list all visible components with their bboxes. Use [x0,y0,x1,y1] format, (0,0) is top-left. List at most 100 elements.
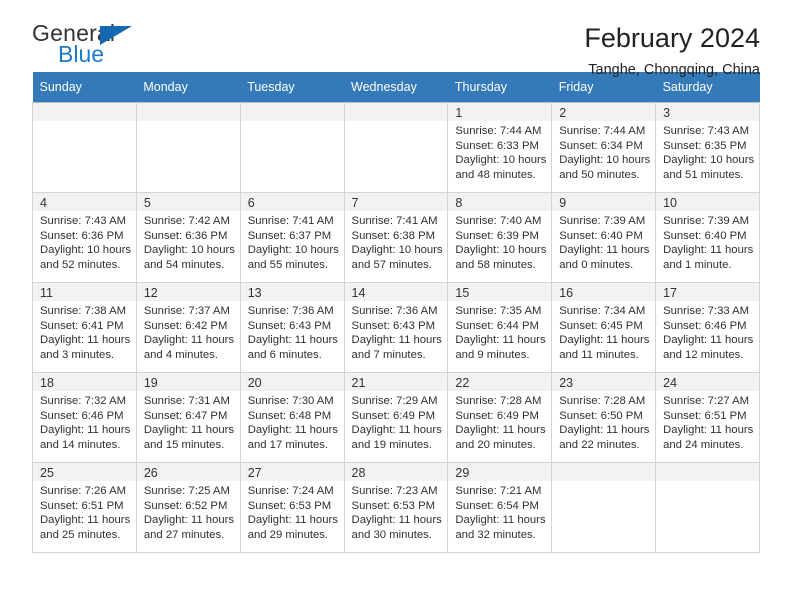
day-details: Sunrise: 7:28 AM Sunset: 6:50 PM Daylight:… [552,391,655,452]
day-cell-inner: 23 Sunrise: 7:28 AM Sunset: 6:50 PM Dayligh… [552,373,656,462]
day-cell-inner: 29 Sunrise: 7:21 AM Sunset: 6:54 PM Dayligh… [448,463,552,552]
daylight-text-line1: Daylight: 10 hours [455,154,547,167]
calendar-day-cell-empty [655,462,760,553]
calendar-day-cell[interactable]: 4 Sunrise: 7:43 AM Sunset: 6:36 PM Daylight… [32,192,137,283]
daylight-text-line1: Daylight: 11 hours [455,424,546,437]
sunrise-text: Sunrise: 7:24 AM [247,485,334,497]
daylight-text-line1: Daylight: 11 hours [559,424,650,437]
sunset-text: Sunset: 6:40 PM [559,229,643,242]
day-cell-inner: 7 Sunrise: 7:41 AM Sunset: 6:38 PM Daylight… [344,193,448,282]
day-details: Sunrise: 7:41 AM Sunset: 6:37 PM Daylight:… [241,211,344,272]
calendar-day-cell[interactable]: 9 Sunrise: 7:39 AM Sunset: 6:40 PM Daylight… [551,192,657,283]
sunrise-text: Sunrise: 7:33 AM [663,305,750,317]
day-number: 14 [344,283,448,301]
calendar-day-cell[interactable]: 13 Sunrise: 7:36 AM Sunset: 6:43 PM Dayligh… [239,282,345,373]
daylight-text-line2: and 57 minutes. [351,258,432,271]
calendar-day-cell[interactable]: 20 Sunrise: 7:30 AM Sunset: 6:48 PM Dayligh… [239,372,345,463]
calendar-day-cell[interactable]: 21 Sunrise: 7:29 AM Sunset: 6:49 PM Dayligh… [343,372,449,463]
day-cell-inner [240,103,344,192]
calendar-day-cell[interactable]: 28 Sunrise: 7:23 AM Sunset: 6:53 PM Dayligh… [343,462,449,553]
calendar-day-cell[interactable]: 23 Sunrise: 7:28 AM Sunset: 6:50 PM Dayligh… [551,372,657,463]
day-number: 15 [448,283,552,301]
daylight-text-line1: Daylight: 11 hours [663,244,754,257]
day-number: 20 [240,373,344,391]
calendar-day-cell[interactable]: 18 Sunrise: 7:32 AM Sunset: 6:46 PM Dayligh… [32,372,137,463]
sunset-text: Sunset: 6:51 PM [40,499,124,512]
day-details: Sunrise: 7:21 AM Sunset: 6:54 PM Daylight:… [448,481,551,542]
daylight-text-line1: Daylight: 11 hours [663,424,754,437]
sunset-text: Sunset: 6:49 PM [351,409,436,422]
day-number: 2 [552,103,656,121]
calendar-day-cell[interactable]: 22 Sunrise: 7:28 AM Sunset: 6:49 PM Dayligh… [447,372,553,463]
day-cell-inner: 19 Sunrise: 7:31 AM Sunset: 6:47 PM Dayligh… [136,373,240,462]
daylight-text-line2: and 12 minutes. [663,348,744,361]
daylight-text-line1: Daylight: 11 hours [40,424,131,437]
page-header: General Blue February 2024 Tanghe, Chong… [32,0,760,78]
calendar-day-cell[interactable]: 10 Sunrise: 7:39 AM Sunset: 6:40 PM Dayligh… [655,192,760,283]
general-blue-logo[interactable]: General Blue [32,22,152,68]
calendar-day-cell[interactable]: 19 Sunrise: 7:31 AM Sunset: 6:47 PM Dayligh… [135,372,241,463]
day-cell-inner: 22 Sunrise: 7:28 AM Sunset: 6:49 PM Dayligh… [448,373,552,462]
day-cell-inner: 20 Sunrise: 7:30 AM Sunset: 6:48 PM Dayligh… [240,373,344,462]
sunset-text: Sunset: 6:38 PM [351,229,436,242]
daylight-text-line2: and 51 minutes. [663,168,744,181]
sunset-text: Sunset: 6:37 PM [247,229,332,242]
day-cell-inner: 25 Sunrise: 7:26 AM Sunset: 6:51 PM Dayligh… [33,463,136,552]
day-cell-inner: 9 Sunrise: 7:39 AM Sunset: 6:40 PM Daylight… [552,193,656,282]
sunrise-text: Sunrise: 7:39 AM [559,215,646,227]
calendar-day-cell[interactable]: 14 Sunrise: 7:36 AM Sunset: 6:43 PM Dayligh… [343,282,449,373]
calendar-day-cell[interactable]: 25 Sunrise: 7:26 AM Sunset: 6:51 PM Dayligh… [32,462,137,553]
daylight-text-line2: and 29 minutes. [247,528,329,541]
daylight-text-line2: and 30 minutes. [351,528,432,541]
sunrise-text: Sunrise: 7:40 AM [455,215,542,227]
day-number [240,103,344,121]
daylight-text-line1: Daylight: 11 hours [663,334,754,347]
calendar-day-cell[interactable]: 11 Sunrise: 7:38 AM Sunset: 6:41 PM Dayligh… [32,282,137,373]
sunset-text: Sunset: 6:36 PM [143,229,228,242]
day-number: 1 [448,103,552,121]
calendar-day-cell[interactable]: 27 Sunrise: 7:24 AM Sunset: 6:53 PM Dayligh… [239,462,345,553]
daylight-text-line2: and 0 minutes. [559,258,634,271]
day-cell-inner: 2 Sunrise: 7:44 AM Sunset: 6:34 PM Daylight… [552,103,656,192]
sunset-text: Sunset: 6:46 PM [663,319,747,332]
daylight-text-line1: Daylight: 10 hours [247,244,339,257]
day-details: Sunrise: 7:26 AM Sunset: 6:51 PM Daylight:… [33,481,136,542]
calendar-day-cell[interactable]: 5 Sunrise: 7:42 AM Sunset: 6:36 PM Daylight… [135,192,241,283]
calendar-day-cell[interactable]: 7 Sunrise: 7:41 AM Sunset: 6:38 PM Daylight… [343,192,449,283]
daylight-text-line1: Daylight: 11 hours [247,334,338,347]
calendar-day-cell[interactable]: 24 Sunrise: 7:27 AM Sunset: 6:51 PM Dayligh… [655,372,760,463]
title-block: February 2024 Tanghe, Chongqing, China [584,22,760,78]
day-details: Sunrise: 7:38 AM Sunset: 6:41 PM Daylight:… [33,301,136,362]
day-number: 13 [240,283,344,301]
daylight-text-line2: and 19 minutes. [351,438,432,451]
calendar-day-cell[interactable]: 2 Sunrise: 7:44 AM Sunset: 6:34 PM Daylight… [551,102,657,193]
daylight-text-line2: and 58 minutes. [455,258,536,271]
logo-triangle-icon [100,26,132,45]
day-number: 28 [344,463,448,481]
calendar-day-cell[interactable]: 6 Sunrise: 7:41 AM Sunset: 6:37 PM Daylight… [239,192,345,283]
calendar-day-cell[interactable]: 8 Sunrise: 7:40 AM Sunset: 6:39 PM Daylight… [447,192,553,283]
daylight-text-line1: Daylight: 11 hours [351,424,442,437]
calendar-day-cell[interactable]: 15 Sunrise: 7:35 AM Sunset: 6:44 PM Dayligh… [447,282,553,373]
calendar-day-cell[interactable]: 3 Sunrise: 7:43 AM Sunset: 6:35 PM Daylight… [655,102,760,193]
daylight-text-line2: and 14 minutes. [40,438,121,451]
daylight-text-line1: Daylight: 10 hours [351,244,443,257]
sunrise-text: Sunrise: 7:34 AM [559,305,646,317]
day-details: Sunrise: 7:32 AM Sunset: 6:46 PM Daylight:… [33,391,136,452]
calendar-day-cell[interactable]: 26 Sunrise: 7:25 AM Sunset: 6:52 PM Dayligh… [135,462,241,553]
calendar-day-cell[interactable]: 12 Sunrise: 7:37 AM Sunset: 6:42 PM Dayligh… [135,282,241,373]
calendar-week-row: 4 Sunrise: 7:43 AM Sunset: 6:36 PM Daylight… [32,192,760,283]
day-cell-inner: 26 Sunrise: 7:25 AM Sunset: 6:52 PM Dayligh… [136,463,240,552]
day-details: Sunrise: 7:37 AM Sunset: 6:42 PM Daylight:… [137,301,240,362]
calendar-day-cell[interactable]: 16 Sunrise: 7:34 AM Sunset: 6:45 PM Dayligh… [551,282,657,373]
calendar-day-cell[interactable]: 29 Sunrise: 7:21 AM Sunset: 6:54 PM Dayligh… [447,462,553,553]
daylight-text-line1: Daylight: 10 hours [143,244,235,257]
sunset-text: Sunset: 6:51 PM [663,409,747,422]
sunset-text: Sunset: 6:42 PM [143,319,228,332]
calendar-day-cell[interactable]: 17 Sunrise: 7:33 AM Sunset: 6:46 PM Dayligh… [655,282,760,373]
daylight-text-line1: Daylight: 11 hours [351,334,442,347]
page-subtitle: Tanghe, Chongqing, China [588,61,760,78]
day-number: 5 [136,193,240,211]
calendar-body: 1 Sunrise: 7:44 AM Sunset: 6:33 PM Daylight… [32,102,760,553]
calendar-day-cell[interactable]: 1 Sunrise: 7:44 AM Sunset: 6:33 PM Daylight… [447,102,553,193]
